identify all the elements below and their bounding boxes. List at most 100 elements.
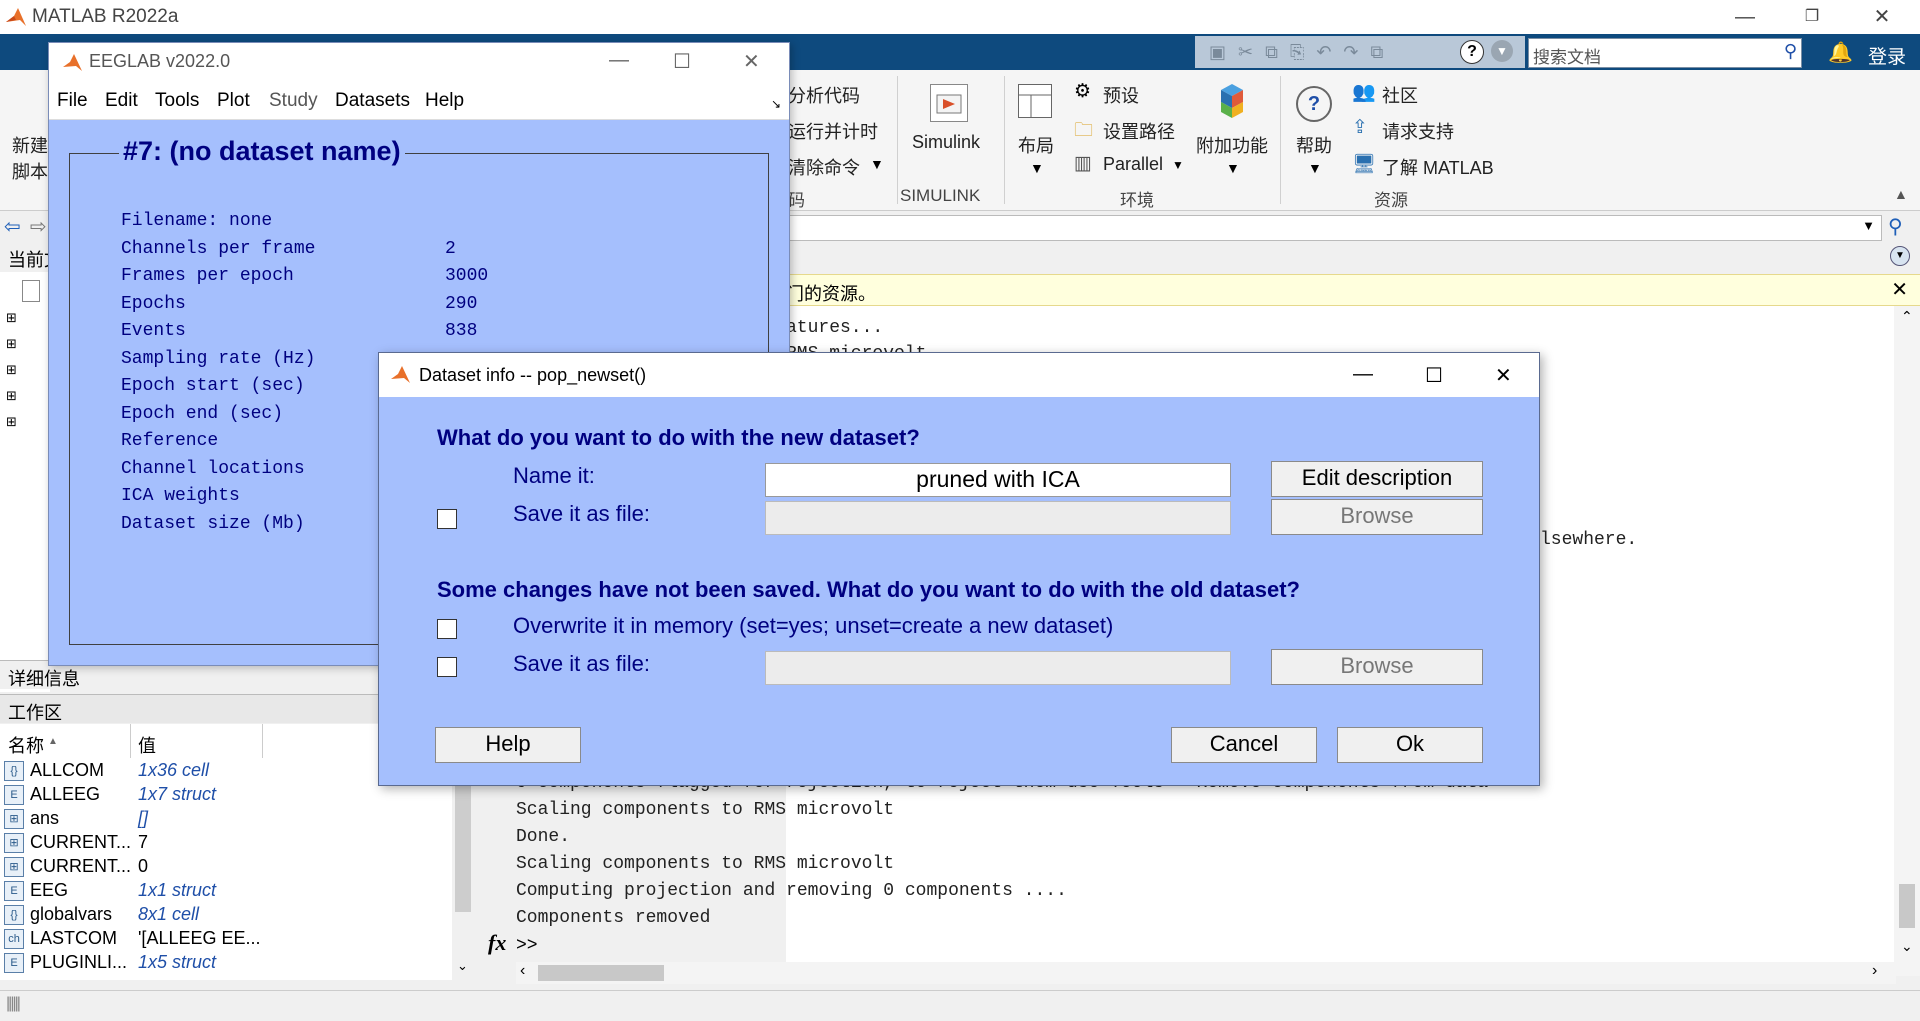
- chevron-down-icon[interactable]: ▼: [1862, 218, 1875, 233]
- minimize-icon[interactable]: —: [1715, 0, 1775, 34]
- close-icon[interactable]: ✕: [743, 49, 760, 74]
- new-script-label-2[interactable]: 脚本: [12, 158, 48, 184]
- menu-help[interactable]: Help: [425, 90, 464, 112]
- scrollbar-thumb[interactable]: [538, 965, 664, 981]
- help-icon[interactable]: ?: [1460, 40, 1484, 64]
- chevron-down-icon[interactable]: ▼: [1172, 158, 1184, 172]
- current-folder-path[interactable]: ▼: [786, 215, 1882, 241]
- browse-button[interactable]: Browse: [1271, 499, 1483, 535]
- scroll-left-icon[interactable]: ‹: [520, 962, 525, 980]
- save-new-checkbox[interactable]: [437, 509, 457, 529]
- file-icon[interactable]: [22, 280, 40, 302]
- workspace-row[interactable]: ⊞ ans []: [0, 806, 452, 830]
- dataset-name-input[interactable]: pruned with ICA: [765, 463, 1231, 497]
- menu-tools[interactable]: Tools: [155, 90, 199, 112]
- save-old-path-input[interactable]: [765, 651, 1231, 685]
- scroll-down-icon[interactable]: ⌄: [1901, 938, 1913, 955]
- search-docs-input[interactable]: 搜索文档 ⚲: [1528, 38, 1802, 68]
- browse-button-2[interactable]: Browse: [1271, 649, 1483, 685]
- expand-icon[interactable]: ⊞: [6, 362, 17, 378]
- request-support-button[interactable]: 请求支持: [1382, 118, 1454, 144]
- quick-access-icons[interactable]: ▣✂⧉⎘↶↷⧉: [1209, 42, 1395, 63]
- workspace-row[interactable]: ch LASTCOM '[ALLEEG EE...: [0, 926, 452, 950]
- analyze-code-button[interactable]: 分析代码: [788, 82, 860, 108]
- workspace-row[interactable]: {} globalvars 8x1 cell: [0, 902, 452, 926]
- addons-icon[interactable]: [1213, 82, 1251, 120]
- clear-commands-button[interactable]: 清除命令: [788, 154, 860, 180]
- scroll-up-icon[interactable]: ⌃: [1901, 308, 1913, 325]
- back-arrow-icon[interactable]: ⇦: [4, 214, 21, 239]
- learn-matlab-button[interactable]: 了解 MATLAB: [1382, 154, 1494, 180]
- layout-icon[interactable]: [1018, 84, 1052, 118]
- workspace-scrollbar[interactable]: ⌄: [452, 758, 474, 980]
- close-icon[interactable]: ✕: [1852, 0, 1912, 34]
- chevron-down-icon[interactable]: ▼: [870, 156, 884, 172]
- menu-plot[interactable]: Plot: [217, 90, 250, 112]
- set-path-button[interactable]: 设置路径: [1103, 118, 1175, 144]
- overwrite-checkbox[interactable]: [437, 619, 457, 639]
- command-horizontal-scrollbar[interactable]: ‹ ›: [516, 962, 1896, 984]
- restore-icon[interactable]: ❐: [1782, 0, 1842, 34]
- save-new-path-input[interactable]: [765, 501, 1231, 535]
- notification-bell-icon[interactable]: 🔔: [1828, 40, 1853, 65]
- run-and-time-button[interactable]: 运行并计时: [788, 118, 878, 144]
- community-icon[interactable]: 👥: [1352, 80, 1376, 104]
- expand-icon[interactable]: ⊞: [6, 336, 17, 352]
- panel-menu-icon[interactable]: ▼: [1890, 246, 1910, 266]
- maximize-icon[interactable]: ☐: [1425, 363, 1443, 388]
- expand-icon[interactable]: ⊞: [6, 388, 17, 404]
- addons-button[interactable]: 附加功能: [1196, 132, 1268, 158]
- maximize-icon[interactable]: ☐: [673, 49, 691, 74]
- scrollbar-thumb[interactable]: [1899, 884, 1915, 928]
- expand-icon[interactable]: ⊞: [6, 414, 17, 430]
- edit-description-button[interactable]: Edit description: [1271, 461, 1483, 497]
- command-vertical-scrollbar[interactable]: ⌃ ⌄: [1894, 306, 1920, 976]
- expand-icon[interactable]: ⊞: [6, 310, 17, 326]
- login-button[interactable]: 登录: [1868, 42, 1906, 69]
- minimize-icon[interactable]: —: [609, 49, 629, 72]
- close-icon[interactable]: ✕: [1495, 363, 1512, 388]
- close-icon[interactable]: ✕: [1891, 277, 1908, 302]
- new-script-label[interactable]: 新建: [12, 132, 48, 158]
- support-icon[interactable]: ⇪: [1352, 116, 1368, 139]
- menu-study[interactable]: Study: [269, 90, 318, 112]
- workspace-row[interactable]: ⊞ CURRENT... 0: [0, 854, 452, 878]
- parallel-button[interactable]: Parallel: [1103, 154, 1163, 175]
- sort-ascending-icon[interactable]: ▲: [48, 736, 58, 747]
- column-header-value[interactable]: 值: [138, 732, 156, 758]
- help-button[interactable]: Help: [435, 727, 581, 763]
- save-old-checkbox[interactable]: [437, 657, 457, 677]
- scroll-down-icon[interactable]: ⌄: [457, 958, 468, 974]
- workspace-panel-header[interactable]: 工作区: [0, 694, 378, 723]
- simulink-button[interactable]: Simulink: [912, 132, 980, 153]
- parallel-icon[interactable]: ▥: [1074, 152, 1092, 175]
- workspace-row[interactable]: E PLUGINLI... 1x5 struct: [0, 950, 452, 974]
- workspace-row[interactable]: ⊞ CURRENT... 7: [0, 830, 452, 854]
- simulink-icon[interactable]: [930, 84, 968, 122]
- chevron-down-icon[interactable]: ▼: [1308, 160, 1322, 176]
- command-prompt[interactable]: >>: [516, 936, 538, 956]
- menu-datasets[interactable]: Datasets: [335, 90, 410, 112]
- forward-arrow-icon[interactable]: ⇨: [30, 214, 47, 239]
- chevron-down-icon[interactable]: ▼: [1226, 160, 1240, 176]
- minimize-icon[interactable]: —: [1353, 363, 1373, 386]
- scroll-right-icon[interactable]: ›: [1872, 962, 1877, 980]
- help-icon[interactable]: ?: [1296, 86, 1332, 122]
- community-button[interactable]: 社区: [1382, 82, 1418, 108]
- cancel-button[interactable]: Cancel: [1171, 727, 1317, 763]
- column-header-name[interactable]: 名称: [8, 732, 44, 758]
- browse-folder-icon[interactable]: ⚲: [1888, 214, 1903, 239]
- chevron-down-icon[interactable]: ▼: [1030, 160, 1044, 176]
- chevron-down-icon[interactable]: ▼: [1491, 40, 1513, 62]
- search-icon[interactable]: ⚲: [1784, 41, 1797, 62]
- ok-button[interactable]: Ok: [1337, 727, 1483, 763]
- toolbar-toggle-icon[interactable]: ↘: [771, 97, 781, 111]
- workspace-row[interactable]: E EEG 1x1 struct: [0, 878, 452, 902]
- help-button[interactable]: 帮助: [1296, 132, 1332, 158]
- folder-icon[interactable]: 🗀: [1074, 116, 1093, 148]
- menu-edit[interactable]: Edit: [105, 90, 138, 112]
- preferences-button[interactable]: 预设: [1103, 82, 1139, 108]
- menu-file[interactable]: File: [57, 90, 88, 112]
- gear-icon[interactable]: ⚙: [1074, 80, 1091, 103]
- learn-icon[interactable]: 🖥: [1352, 152, 1376, 176]
